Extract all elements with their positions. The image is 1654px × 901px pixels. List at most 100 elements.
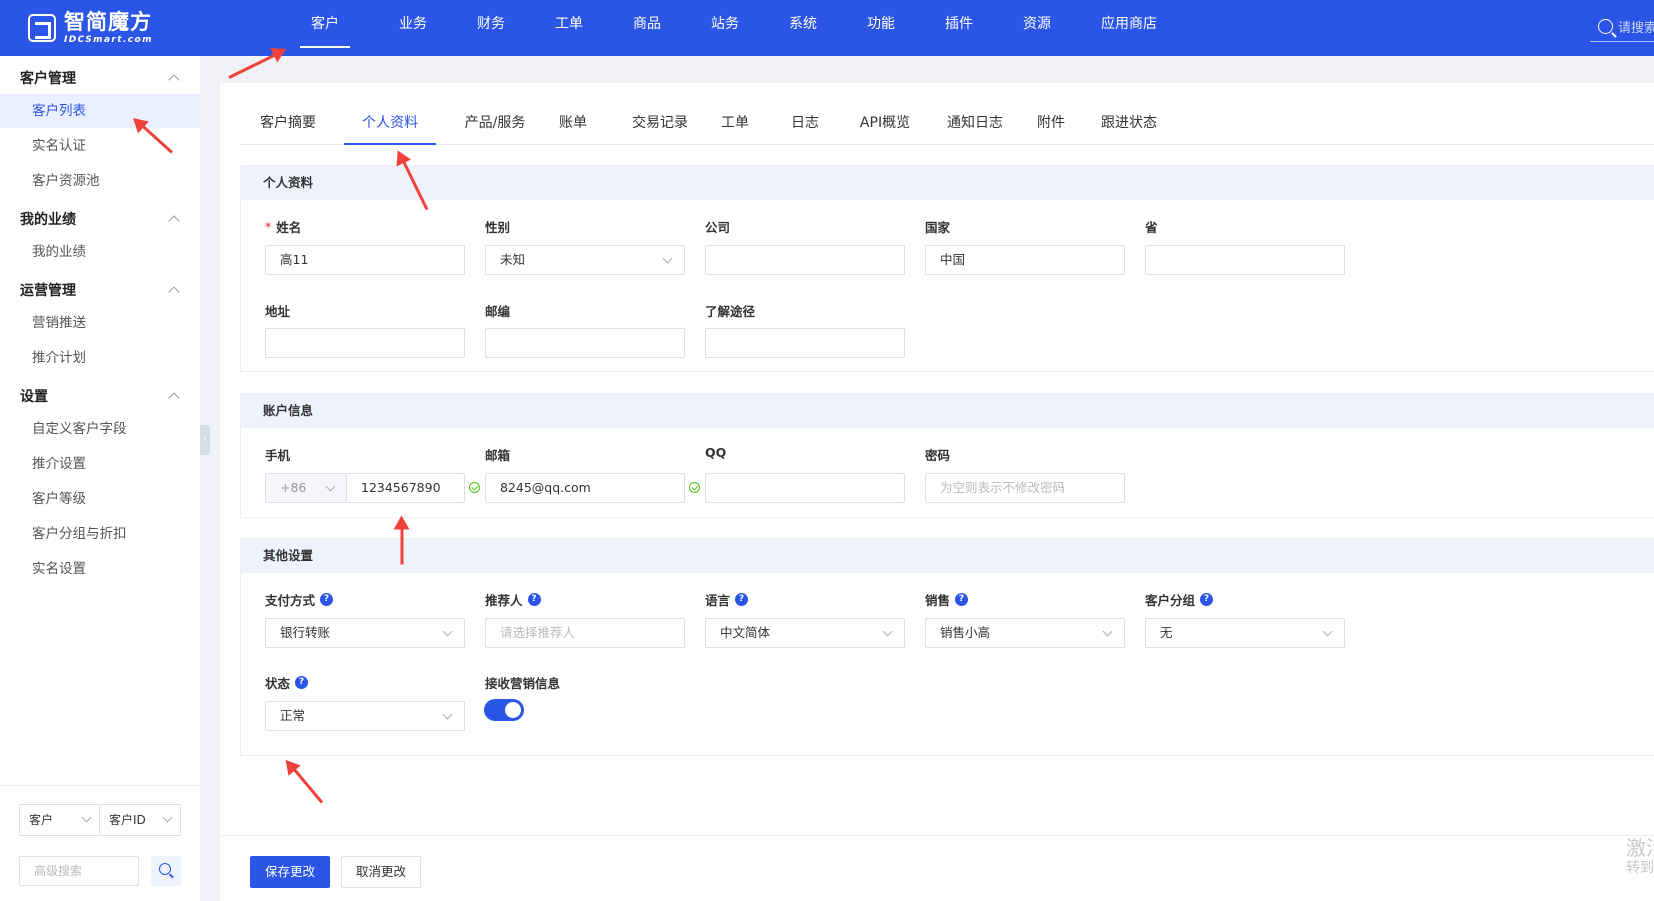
sidebar-group-label: 客户管理 — [20, 71, 76, 87]
customer-tabs: 客户摘要 个人资料 产品/服务 账单 交易记录 工单 日志 API概览 通知日志… — [240, 103, 1654, 145]
tab-notification-logs[interactable]: 通知日志 — [944, 103, 1006, 145]
customer-group-select[interactable]: 无 — [1145, 618, 1345, 648]
phone-input[interactable]: 1234567890 — [346, 473, 465, 503]
tab-attachments[interactable]: 附件 — [1034, 103, 1068, 145]
nav-item-app-store[interactable]: 应用商店 — [1097, 0, 1161, 48]
language-select[interactable]: 中文简体 — [705, 618, 905, 648]
nav-item-ticket[interactable]: 工单 — [551, 0, 587, 48]
payment-select[interactable]: 银行转账 — [265, 618, 465, 648]
search-field-select[interactable]: 客户ID — [100, 804, 181, 836]
sidebar-item-realname[interactable]: 实名认证 — [0, 129, 200, 163]
sidebar-collapse-handle[interactable]: ‹ — [200, 425, 210, 455]
customer-group-value: 无 — [1160, 625, 1173, 640]
advanced-search-button[interactable] — [151, 856, 181, 886]
sidebar-group-operations[interactable]: 运营管理 — [20, 280, 180, 300]
tab-follow-up[interactable]: 跟进状态 — [1098, 103, 1160, 145]
nav-item-site[interactable]: 站务 — [707, 0, 743, 48]
sidebar-item-resource-pool[interactable]: 客户资源池 — [0, 164, 200, 198]
section-account-title: 账户信息 — [241, 394, 1654, 428]
help-icon[interactable]: ? — [735, 593, 749, 606]
phone-label: 手机 — [265, 448, 291, 463]
payment-value: 银行转账 — [280, 625, 331, 640]
name-input[interactable]: 高11 — [265, 245, 465, 275]
sidebar-group-settings[interactable]: 设置 — [20, 386, 180, 406]
advanced-search-input[interactable]: 高级搜索 — [19, 856, 139, 886]
help-icon[interactable]: ? — [955, 593, 969, 606]
name-label-text: 姓名 — [276, 220, 302, 235]
chevron-down-icon — [81, 812, 92, 823]
tab-products[interactable]: 产品/服务 — [462, 103, 528, 145]
sidebar-group-performance[interactable]: 我的业绩 — [20, 209, 180, 229]
payment-label-text: 支付方式 — [265, 593, 316, 608]
sales-select[interactable]: 销售小高 — [925, 618, 1125, 648]
chevron-up-icon — [168, 215, 180, 227]
status-value: 正常 — [280, 708, 306, 723]
watermark-line-2: 转到 — [1626, 860, 1654, 876]
sidebar-item-custom-fields[interactable]: 自定义客户字段 — [0, 412, 200, 446]
top-search[interactable]: 请搜索 — [1590, 12, 1654, 42]
help-icon[interactable]: ? — [320, 593, 334, 606]
nav-item-plugins[interactable]: 插件 — [941, 0, 977, 48]
help-icon[interactable]: ? — [1200, 593, 1214, 606]
qq-input[interactable] — [705, 473, 905, 503]
tab-invoices[interactable]: 账单 — [556, 103, 590, 145]
sidebar-item-customer-level[interactable]: 客户等级 — [0, 482, 200, 516]
nav-item-resources[interactable]: 资源 — [1019, 0, 1055, 48]
form-footer — [220, 835, 1654, 901]
nav-item-products[interactable]: 商品 — [629, 0, 665, 48]
tab-api-overview[interactable]: API概览 — [854, 103, 916, 145]
sidebar-item-marketing-push[interactable]: 营销推送 — [0, 306, 200, 340]
nav-item-finance[interactable]: 财务 — [473, 0, 509, 48]
tab-transactions[interactable]: 交易记录 — [629, 103, 691, 145]
sidebar-item-referral-settings[interactable]: 推介设置 — [0, 447, 200, 481]
tab-summary[interactable]: 客户摘要 — [258, 103, 318, 145]
tab-logs[interactable]: 日志 — [788, 103, 822, 145]
source-input[interactable] — [705, 328, 905, 358]
top-bar: 智简魔方 IDCSmart.com 客户 业务 财务 工单 商品 站务 系统 功… — [0, 0, 1654, 56]
sidebar-item-my-performance[interactable]: 我的业绩 — [0, 235, 200, 269]
chevron-down-icon — [882, 626, 893, 637]
nav-item-customer[interactable]: 客户 — [300, 0, 350, 48]
help-icon[interactable]: ? — [295, 676, 309, 689]
customer-group-label: 客户分组? — [1145, 590, 1214, 609]
company-input[interactable] — [705, 245, 905, 275]
gender-select[interactable]: 未知 — [485, 245, 685, 275]
tab-profile[interactable]: 个人资料 — [344, 103, 436, 145]
country-input[interactable]: 中国 — [925, 245, 1125, 275]
chevron-down-icon — [1322, 626, 1333, 637]
source-label: 了解途径 — [705, 304, 756, 319]
status-label: 状态? — [265, 673, 309, 692]
sidebar-item-customer-list[interactable]: 客户列表 — [0, 94, 200, 128]
referrer-input[interactable]: 请选择推荐人 — [485, 618, 685, 648]
cancel-button[interactable]: 取消更改 — [341, 856, 421, 888]
marketing-toggle[interactable] — [484, 699, 524, 721]
nav-item-business[interactable]: 业务 — [395, 0, 431, 48]
address-input[interactable] — [265, 328, 465, 358]
logo[interactable]: 智简魔方 IDCSmart.com — [28, 10, 153, 46]
marketing-label: 接收营销信息 — [485, 676, 561, 691]
email-input[interactable]: 8245@qq.com — [485, 473, 685, 503]
province-input[interactable] — [1145, 245, 1345, 275]
chevron-down-icon — [162, 812, 173, 823]
zip-input[interactable] — [485, 328, 685, 358]
email-label: 邮箱 — [485, 448, 511, 463]
search-type-value: 客户 — [29, 813, 54, 827]
phone-code-select[interactable]: +86 — [265, 473, 347, 503]
nav-item-features[interactable]: 功能 — [863, 0, 899, 48]
help-icon[interactable]: ? — [527, 593, 541, 606]
search-type-select[interactable]: 客户 — [19, 804, 100, 836]
sidebar-item-group-discount[interactable]: 客户分组与折扣 — [0, 517, 200, 551]
sidebar-item-realname-settings[interactable]: 实名设置 — [0, 552, 200, 586]
tab-tickets[interactable]: 工单 — [718, 103, 752, 145]
password-input[interactable]: 为空则表示不修改密码 — [925, 473, 1125, 503]
sales-label-text: 销售 — [925, 593, 951, 608]
sidebar-item-referral-plan[interactable]: 推介计划 — [0, 341, 200, 375]
referrer-label-text: 推荐人 — [485, 593, 523, 608]
nav-item-system[interactable]: 系统 — [785, 0, 821, 48]
save-button[interactable]: 保存更改 — [250, 856, 330, 888]
sales-label: 销售? — [925, 590, 969, 609]
status-select[interactable]: 正常 — [265, 701, 465, 731]
sidebar-group-customer-mgmt[interactable]: 客户管理 — [20, 68, 180, 88]
country-label: 国家 — [925, 220, 951, 235]
chevron-down-icon — [442, 709, 453, 720]
